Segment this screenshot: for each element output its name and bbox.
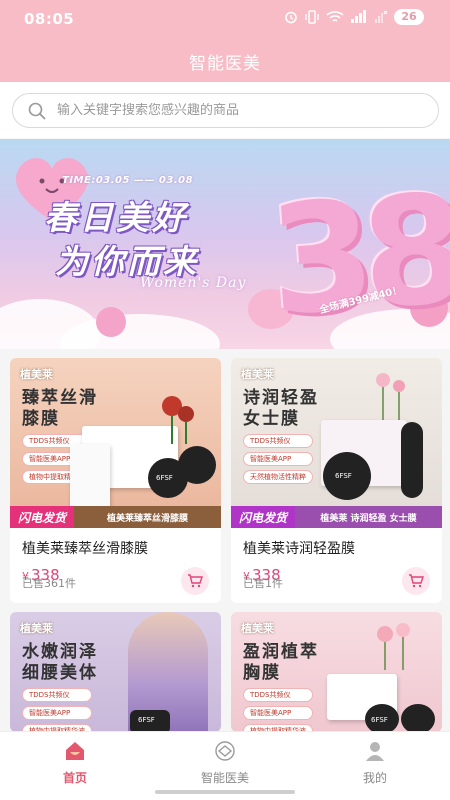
status-bar: 08:05 26 [0, 0, 450, 40]
product-heading: 臻萃丝滑 膝膜 [22, 388, 98, 430]
product-tag: 智能医美APP [243, 452, 313, 466]
product-heading-line1: 诗润轻盈 [243, 388, 319, 408]
nav-item-profile[interactable]: 我的 [315, 740, 435, 786]
product-tag: 智能医美APP [243, 706, 313, 720]
search-bar-container [0, 82, 450, 138]
product-heading-line2: 女士膜 [243, 409, 300, 429]
balloon-decoration [96, 307, 126, 337]
product-tag: TDDS共频仪 [243, 688, 313, 702]
profile-icon [366, 742, 384, 761]
page-title: 智能医美 [189, 54, 261, 74]
product-heading: 诗润轻盈 女士膜 [243, 388, 319, 430]
home-indicator[interactable] [155, 790, 295, 794]
product-sold: 已售361件 [22, 577, 76, 590]
strip-text: 植美莱 诗润轻盈 女士膜 [295, 506, 442, 528]
phone-image [70, 444, 110, 510]
product-tags: TDDS共频仪 智能医美APP 植物中提取精华液 [243, 688, 313, 732]
banner-big-number: 38 [264, 162, 450, 349]
banner-date: TIME:03.05 —— 03.08 [62, 175, 194, 186]
product-name: 植美莱臻萃丝滑膝膜 [22, 541, 148, 557]
cart-icon [409, 574, 424, 588]
product-image: 植美莱 臻萃丝滑 膝膜 TDDS共频仪 智能医美APP 植物中提取精华液 6FS… [10, 358, 221, 528]
banner-subtitle: Women's Day [140, 275, 247, 291]
signal-icon [351, 10, 366, 23]
product-heading-line2: 细腰美体 [22, 663, 98, 683]
product-brand: 植美莱 [241, 622, 274, 635]
product-sold: 已售1件 [243, 577, 283, 590]
flower-icon [376, 373, 405, 423]
product-tag: TDDS共频仪 [22, 688, 92, 702]
vibrate-icon [305, 10, 319, 24]
strip-badge: 闪电发货 [10, 506, 75, 528]
nav-item-beauty[interactable]: 智能医美 [165, 740, 285, 786]
device-label: 6FSF [156, 474, 173, 482]
strip-badge: 闪电发货 [231, 506, 296, 528]
product-brand: 植美莱 [241, 368, 274, 381]
product-card[interactable]: 植美莱 臻萃丝滑 膝膜 TDDS共频仪 智能医美APP 植物中提取精华液 6FS… [10, 358, 221, 603]
device-label: 6FSF [138, 716, 155, 724]
promo-banner[interactable]: 38 TIME:03.05 —— 03.08 春日美好 为你而来 Women's… [0, 139, 450, 349]
banner-title-line1: 春日美好 [44, 198, 188, 237]
signal-off-icon [375, 10, 388, 23]
product-brand: 植美莱 [20, 368, 53, 381]
device-image [401, 422, 423, 498]
product-heading-line2: 胸膜 [243, 663, 281, 683]
product-strip: 闪电发货 植美莱 诗润轻盈 女士膜 [231, 506, 442, 528]
product-card[interactable]: 植美莱 盈润植萃 胸膜 TDDS共频仪 智能医美APP 植物中提取精华液 6FS… [231, 612, 442, 732]
search-box[interactable] [12, 93, 439, 128]
device-label: 6FSF [371, 716, 388, 724]
add-to-cart-button[interactable] [181, 567, 209, 595]
alarm-icon [285, 11, 297, 24]
product-image: 植美莱 水嫩润泽 细腰美体 TDDS共频仪 智能医美APP 植物中提取精华液 6… [10, 612, 221, 732]
product-heading-line1: 臻萃丝滑 [22, 388, 98, 408]
strip-text: 植美莱臻萃丝滑膝膜 [74, 506, 221, 528]
product-heading-line1: 盈润植萃 [243, 642, 319, 662]
rose-icon [162, 396, 194, 444]
product-brand: 植美莱 [20, 622, 53, 635]
nav-item-home[interactable]: 首页 [15, 740, 135, 786]
product-card[interactable]: 植美莱 水嫩润泽 细腰美体 TDDS共频仪 智能医美APP 植物中提取精华液 6… [10, 612, 221, 732]
product-image: 植美莱 盈润植萃 胸膜 TDDS共频仪 智能医美APP 植物中提取精华液 6FS… [231, 612, 442, 732]
product-name: 植美莱诗润轻盈膜 [243, 541, 355, 557]
device-label: 6FSF [335, 472, 352, 480]
device-image [178, 446, 216, 484]
product-tag: 天然植物活性精粹 [243, 470, 313, 484]
app-header: 08:05 26 智能医美 [0, 0, 450, 82]
add-to-cart-button[interactable] [402, 567, 430, 595]
product-tags: TDDS共频仪 智能医美APP 天然植物活性精粹 [243, 434, 313, 484]
nav-label: 首页 [62, 771, 87, 785]
product-heading: 盈润植萃 胸膜 [243, 642, 319, 684]
product-card[interactable]: 植美莱 诗润轻盈 女士膜 TDDS共频仪 智能医美APP 天然植物活性精粹 6F… [231, 358, 442, 603]
beauty-icon [215, 741, 235, 761]
product-tag: TDDS共频仪 [243, 434, 313, 448]
product-strip: 闪电发货 植美莱臻萃丝滑膝膜 [10, 506, 221, 528]
device-image [401, 704, 435, 732]
status-icons: 26 [284, 9, 424, 25]
product-heading-line1: 水嫩润泽 [22, 642, 98, 662]
wifi-icon [326, 11, 344, 22]
product-image: 植美莱 诗润轻盈 女士膜 TDDS共频仪 智能医美APP 天然植物活性精粹 6F… [231, 358, 442, 528]
search-input[interactable] [57, 103, 417, 118]
nav-label: 智能医美 [200, 771, 249, 785]
nav-label: 我的 [362, 771, 387, 785]
status-time: 08:05 [24, 10, 75, 28]
product-heading: 水嫩润泽 细腰美体 [22, 642, 98, 684]
search-icon [28, 102, 46, 119]
battery-indicator: 26 [394, 9, 424, 25]
home-icon [66, 742, 84, 760]
product-tags: TDDS共频仪 智能医美APP 植物中提取精华液 [22, 688, 92, 732]
product-tag: 智能医美APP [22, 706, 92, 720]
cart-icon [188, 574, 203, 588]
flower-icon [377, 623, 410, 670]
